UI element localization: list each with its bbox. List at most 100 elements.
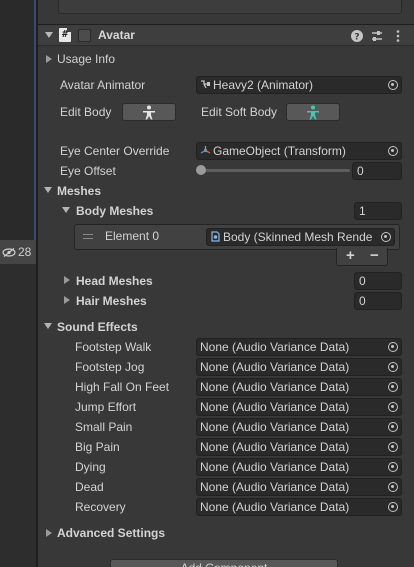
sound-field-recovery[interactable]: None (Audio Variance Data) [196,498,402,516]
body-meshes-label[interactable]: Body Meshes [76,204,153,218]
sound-label-small-pain: Small Pain [75,420,133,434]
sound-label-jump-effort: Jump Effort [75,400,137,414]
sound-label-dead: Dead [75,480,104,494]
sound-field-jump-effort[interactable]: None (Audio Variance Data) [196,398,402,416]
element-0-field[interactable]: Body (Skinned Mesh Rende [206,228,395,246]
script-icon: # [59,28,71,42]
usage-info-foldout-icon[interactable] [46,55,52,63]
object-picker-icon[interactable] [388,146,398,156]
eye-center-override-value: GameObject (Transform) [213,144,346,158]
hierarchy-list-area[interactable] [0,0,36,240]
edit-body-label: Edit Body [60,105,112,119]
meshes-foldout-icon[interactable] [44,187,52,193]
inspector-panel: # Avatar ? Usage Info Avatar Animator He… [38,0,414,567]
sound-label-recovery: Recovery [75,500,126,514]
object-picker-icon[interactable] [388,80,398,90]
avatar-animator-value: Heavy2 (Animator) [213,78,314,92]
eye-offset-slider-thumb[interactable] [196,165,206,175]
sound-field-value: None (Audio Variance Data) [200,380,350,394]
add-component-button[interactable]: Add Component [110,559,338,567]
visibility-toggle[interactable]: 28 [2,245,31,259]
eye-center-override-label: Eye Center Override [60,144,170,158]
sound-field-dead[interactable]: None (Audio Variance Data) [196,478,402,496]
fold-arrow-icon[interactable] [45,32,53,38]
object-picker-icon[interactable] [388,442,398,452]
sound-label-footstep-walk: Footstep Walk [75,340,152,354]
object-picker-icon[interactable] [388,462,398,472]
element-0-value: Body (Skinned Mesh Rende [223,230,373,244]
object-picker-icon[interactable] [388,382,398,392]
component-title: Avatar [98,28,135,42]
help-icon[interactable]: ? [350,29,364,43]
sound-label-footstep-jog: Footstep Jog [75,360,145,374]
component-header[interactable]: # Avatar ? [38,24,414,46]
sound-field-value: None (Audio Variance Data) [200,440,350,454]
sound-field-value: None (Audio Variance Data) [200,460,350,474]
head-meshes-label[interactable]: Head Meshes [76,274,153,288]
sound-field-high-fall-on-feet[interactable]: None (Audio Variance Data) [196,378,402,396]
object-picker-icon[interactable] [388,482,398,492]
object-picker-icon[interactable] [388,502,398,512]
sound-effects-foldout-icon[interactable] [44,323,52,329]
visible-count: 28 [18,245,32,259]
body-meshes-count[interactable]: 1 [354,202,402,220]
list-add-remove-footer: + − [336,248,388,266]
project-pane-area[interactable] [0,264,36,567]
avatar-animator-field[interactable]: Heavy2 (Animator) [196,76,402,94]
element-0-label: Element 0 [105,229,160,243]
avatar-animator-label: Avatar Animator [60,78,146,92]
preset-icon[interactable] [370,29,384,43]
sound-field-footstep-jog[interactable]: None (Audio Variance Data) [196,358,402,376]
object-picker-icon[interactable] [388,402,398,412]
sound-field-value: None (Audio Variance Data) [200,340,350,354]
sound-label-big-pain: Big Pain [75,440,120,454]
object-picker-icon[interactable] [388,422,398,432]
drag-handle-icon[interactable] [83,234,93,239]
sound-field-footstep-walk[interactable]: None (Audio Variance Data) [196,338,402,356]
eye-offset-value[interactable]: 0 [352,162,402,180]
object-picker-icon[interactable] [388,362,398,372]
eye-offset-label: Eye Offset [60,164,116,178]
previous-component-box [58,0,402,14]
body-meshes-foldout-icon[interactable] [62,207,70,213]
head-meshes-count[interactable]: 0 [354,272,402,290]
sound-label-dying: Dying [75,460,106,474]
sound-field-big-pain[interactable]: None (Audio Variance Data) [196,438,402,456]
meshes-label[interactable]: Meshes [57,184,101,198]
hierarchy-pane-edge [0,0,36,567]
remove-element-button[interactable]: − [370,248,379,264]
add-element-button[interactable]: + [346,248,355,264]
sound-field-value: None (Audio Variance Data) [200,400,350,414]
usage-info-label[interactable]: Usage Info [57,52,115,66]
kebab-menu-icon[interactable] [391,29,405,43]
advanced-settings-foldout-icon[interactable] [46,529,52,537]
edit-soft-body-label: Edit Soft Body [201,105,278,119]
hair-meshes-count[interactable]: 0 [354,292,402,310]
advanced-settings-label[interactable]: Advanced Settings [57,526,165,540]
humanoid-icon [307,105,319,120]
skinned-mesh-icon [211,231,220,242]
head-meshes-foldout-icon[interactable] [64,276,70,284]
sound-field-value: None (Audio Variance Data) [200,360,350,374]
sound-field-value: None (Audio Variance Data) [200,420,350,434]
eye-offset-slider-track[interactable] [200,169,350,172]
hair-meshes-label[interactable]: Hair Meshes [76,294,147,308]
sound-effects-label[interactable]: Sound Effects [57,320,138,334]
edit-body-button[interactable] [122,103,176,121]
svg-text:?: ? [354,33,359,43]
eye-center-override-field[interactable]: GameObject (Transform) [196,142,402,160]
sound-field-value: None (Audio Variance Data) [200,500,350,514]
object-picker-icon[interactable] [388,342,398,352]
animator-icon [201,80,210,89]
sound-field-small-pain[interactable]: None (Audio Variance Data) [196,418,402,436]
object-picker-icon[interactable] [381,232,391,242]
sound-field-dying[interactable]: None (Audio Variance Data) [196,458,402,476]
sound-label-high-fall-on-feet: High Fall On Feet [75,380,170,394]
sound-field-value: None (Audio Variance Data) [200,480,350,494]
hidden-eye-icon [2,248,16,257]
component-enabled-checkbox[interactable] [78,29,91,42]
edit-soft-body-button[interactable] [286,103,340,121]
hair-meshes-foldout-icon[interactable] [64,296,70,304]
humanoid-icon [143,105,155,120]
transform-icon [200,146,211,154]
